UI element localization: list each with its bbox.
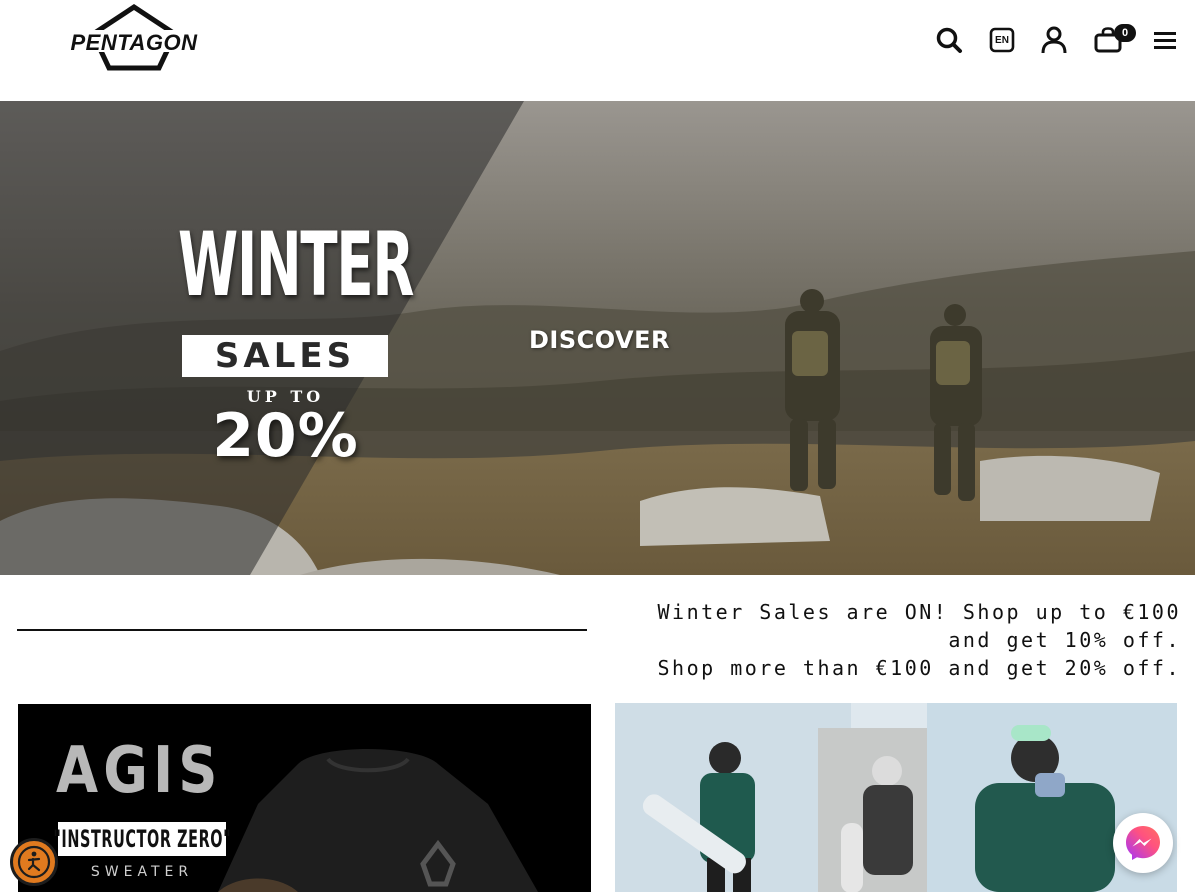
site-logo[interactable]: PENTAGON	[55, 4, 213, 72]
product-type: SWEATER	[90, 864, 194, 880]
logo-text: PENTAGON	[70, 30, 198, 55]
promo-percentage: 20%	[212, 401, 359, 471]
promo-sales-box: SALES	[182, 335, 388, 377]
product-name: "INSTRUCTOR ZERO"	[53, 825, 231, 853]
product-brand: AGIS	[56, 734, 223, 808]
account-button[interactable]	[1036, 22, 1072, 58]
announcement-line-3: Shop more than €100 and get 20% off.	[657, 656, 1181, 680]
promo-sales-text: SALES	[214, 336, 356, 376]
promo-block: WINTER SALES UP TO 20%	[178, 213, 414, 472]
promo-headline: WINTER	[178, 213, 414, 316]
product-name-box: "INSTRUCTOR ZERO"	[53, 822, 230, 856]
accessibility-icon	[17, 845, 51, 879]
cart-button[interactable]: 0	[1090, 22, 1136, 58]
section-divider	[17, 629, 587, 631]
hamburger-menu-icon	[1154, 32, 1176, 49]
announcement-line-2: and get 10% off.	[948, 628, 1181, 652]
hero-banner[interactable]: WINTER SALES UP TO 20% DISCOVER	[0, 101, 1195, 575]
product-tile-agis-sweater[interactable]: AGIS "INSTRUCTOR ZERO" SWEATER	[18, 704, 591, 892]
messenger-icon	[1126, 826, 1160, 860]
discover-link[interactable]: DISCOVER	[529, 326, 670, 354]
user-icon	[1041, 26, 1067, 54]
page: PENTAGON EN 0 WINTER SALES UP TO 20% DIS…	[0, 0, 1195, 892]
cart-count-badge: 0	[1114, 24, 1136, 42]
language-selector[interactable]: EN	[984, 22, 1020, 58]
search-button[interactable]	[931, 22, 967, 58]
sale-announcement: Winter Sales are ON! Shop up to €100 and…	[621, 598, 1181, 682]
site-header: PENTAGON EN 0	[0, 0, 1195, 101]
accessibility-button[interactable]	[10, 838, 58, 886]
snow-jackets-image	[615, 703, 1177, 892]
menu-button[interactable]	[1147, 22, 1183, 58]
announcement-line-1: Winter Sales are ON! Shop up to €100	[657, 600, 1181, 624]
search-icon	[936, 27, 962, 53]
language-label: EN	[995, 34, 1009, 46]
messenger-chat-button[interactable]	[1113, 813, 1173, 873]
product-tile-snow-jackets[interactable]	[615, 703, 1177, 892]
